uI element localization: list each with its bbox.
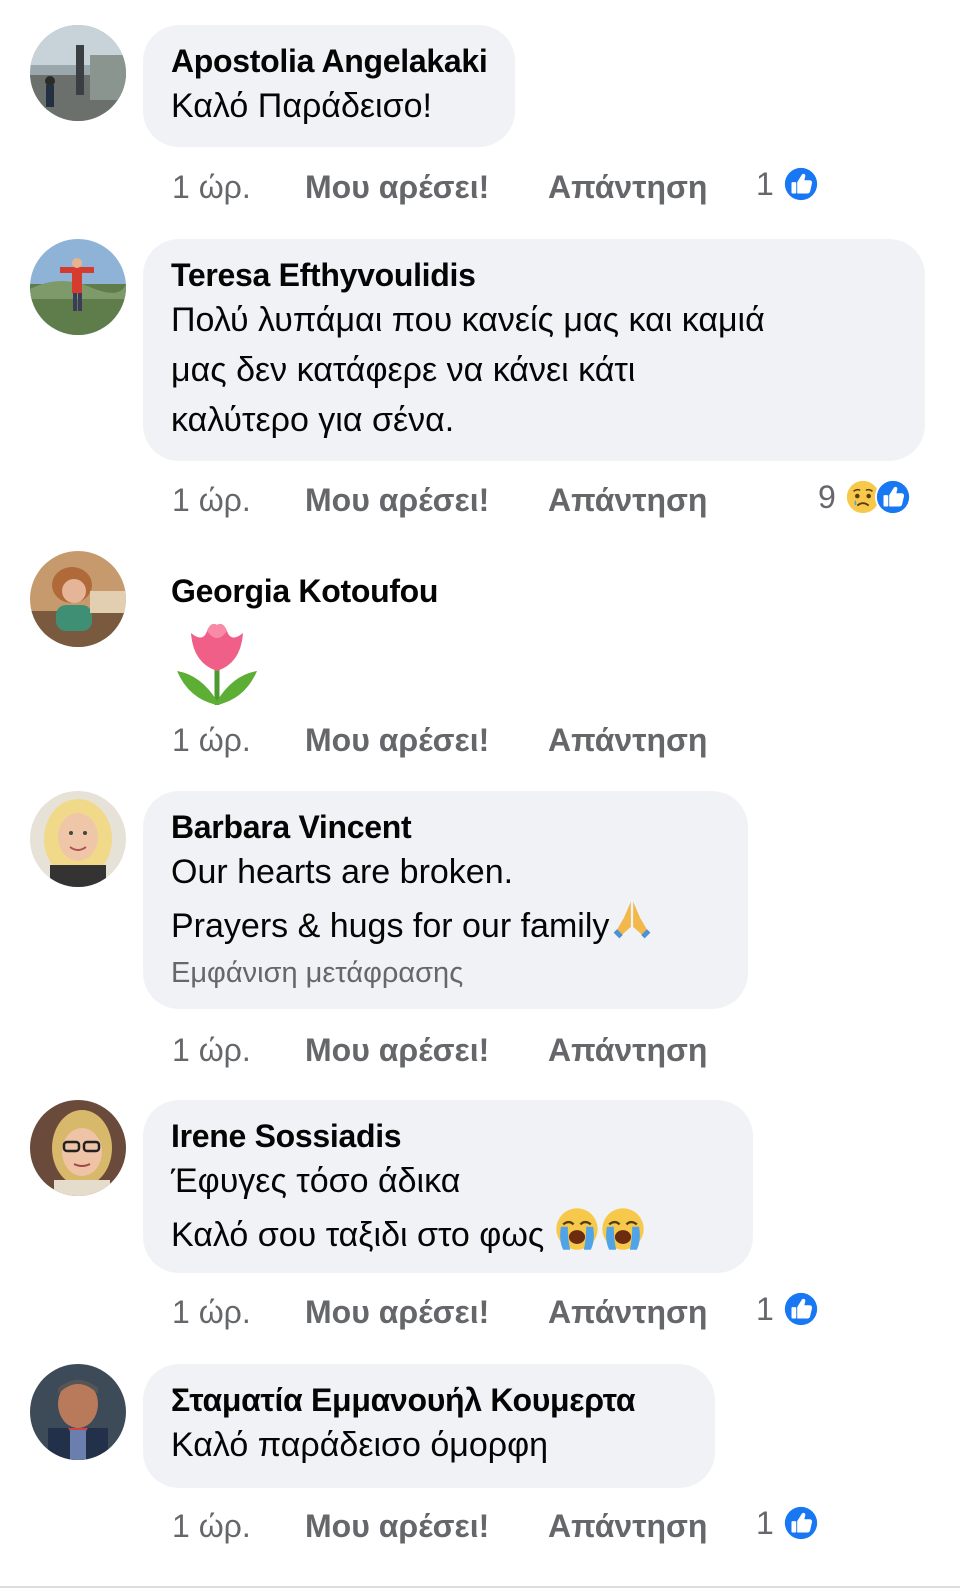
reaction-count: 1 <box>756 1290 774 1327</box>
like-icon <box>874 478 912 516</box>
comment-bubble: Σταματία Εμμανουήλ Κουμερτα Καλό παράδει… <box>143 1364 715 1488</box>
avatar[interactable] <box>30 1100 126 1196</box>
like-button[interactable]: Μου αρέσει! <box>305 1504 489 1548</box>
like-icon <box>782 1290 820 1328</box>
like-icon <box>782 165 820 203</box>
comment-text: Καλό παράδεισο όμορφη <box>171 1426 549 1464</box>
comment-bubble: Georgia Kotoufou <box>143 555 466 729</box>
reaction-summary[interactable]: 9 <box>818 475 912 519</box>
comment-text: μας δεν κατάφερε να κάνει κάτι <box>171 351 636 389</box>
avatar[interactable] <box>30 25 126 121</box>
comment-text: καλύτερο για σένα. <box>171 401 455 439</box>
comment-bubble: Apostolia Angelakaki Καλό Παράδεισο! <box>143 25 516 147</box>
avatar[interactable] <box>30 551 126 647</box>
comment-text: Prayers & hugs for our family <box>171 907 610 945</box>
reaction-summary[interactable]: 1 <box>756 1501 820 1545</box>
comment-actions: 1 ώρ. Μου αρέσει! Απάντηση <box>172 1504 707 1548</box>
reaction-summary[interactable]: 1 <box>756 162 820 206</box>
comment-actions: 1 ώρ. Μου αρέσει! Απάντηση <box>172 165 707 209</box>
comment-actions: 1 ώρ. Μου αρέσει! Απάντηση <box>172 478 707 522</box>
see-translation-link[interactable]: Εμφάνιση μετάφρασης <box>171 953 720 993</box>
timestamp[interactable]: 1 ώρ. <box>172 718 251 762</box>
comment-text: Καλό Παράδεισο! <box>171 87 432 125</box>
comment-author[interactable]: Irene Sossiadis <box>171 1116 725 1156</box>
timestamp[interactable]: 1 ώρ. <box>172 165 251 209</box>
reply-button[interactable]: Απάντηση <box>548 1028 707 1072</box>
comment-actions: 1 ώρ. Μου αρέσει! Απάντηση <box>172 718 707 762</box>
timestamp[interactable]: 1 ώρ. <box>172 478 251 522</box>
like-button[interactable]: Μου αρέσει! <box>305 1028 489 1072</box>
avatar[interactable] <box>30 239 126 335</box>
comment-bubble: Irene Sossiadis Έφυγες τόσο άδικα Καλό σ… <box>143 1100 753 1273</box>
like-icon <box>782 1504 820 1542</box>
reply-button[interactable]: Απάντηση <box>548 718 707 762</box>
comment-author[interactable]: Σταματία Εμμανουήλ Κουμερτα <box>171 1380 687 1420</box>
comment-author[interactable]: Teresa Efthyvoulidis <box>171 255 897 295</box>
comment-text-line: Prayers & hugs for our family <box>171 897 720 951</box>
comment-text: Καλό σου ταξιδι στο φως <box>171 1216 554 1254</box>
comment-text: Έφυγες τόσο άδικα <box>171 1162 461 1200</box>
comment-bubble: Barbara Vincent Our hearts are broken. P… <box>143 791 748 1009</box>
timestamp[interactable]: 1 ώρ. <box>172 1028 251 1072</box>
reaction-count: 1 <box>756 165 774 202</box>
loudly-crying-face-emoji <box>554 1206 600 1252</box>
comment-author[interactable]: Georgia Kotoufou <box>171 571 438 611</box>
comment-author[interactable]: Apostolia Angelakaki <box>171 41 488 81</box>
reply-button[interactable]: Απάντηση <box>548 165 707 209</box>
avatar[interactable] <box>30 791 126 887</box>
like-button[interactable]: Μου αρέσει! <box>305 718 489 762</box>
tulip-emoji <box>177 623 257 705</box>
reaction-summary[interactable]: 1 <box>756 1287 820 1331</box>
comment-bubble: Teresa Efthyvoulidis Πολύ λυπάμαι που κα… <box>143 239 925 461</box>
like-button[interactable]: Μου αρέσει! <box>305 1290 489 1334</box>
reply-button[interactable]: Απάντηση <box>548 1504 707 1548</box>
comment-author[interactable]: Barbara Vincent <box>171 807 720 847</box>
divider <box>0 1586 960 1588</box>
loudly-crying-face-emoji <box>600 1206 646 1252</box>
comment-actions: 1 ώρ. Μου αρέσει! Απάντηση <box>172 1028 707 1072</box>
avatar[interactable] <box>30 1364 126 1460</box>
reply-button[interactable]: Απάντηση <box>548 1290 707 1334</box>
comment-text-line: Καλό σου ταξιδι στο φως <box>171 1206 725 1260</box>
folded-hands-emoji <box>609 897 655 943</box>
like-button[interactable]: Μου αρέσει! <box>305 165 489 209</box>
timestamp[interactable]: 1 ώρ. <box>172 1290 251 1334</box>
like-button[interactable]: Μου αρέσει! <box>305 478 489 522</box>
timestamp[interactable]: 1 ώρ. <box>172 1504 251 1548</box>
comment-text: Πολύ λυπάμαι που κανείς μας και καμιά <box>171 301 765 339</box>
reaction-count: 9 <box>818 478 836 515</box>
comment-text: Our hearts are broken. <box>171 853 514 891</box>
comment-actions: 1 ώρ. Μου αρέσει! Απάντηση <box>172 1290 707 1334</box>
reply-button[interactable]: Απάντηση <box>548 478 707 522</box>
reaction-count: 1 <box>756 1504 774 1541</box>
